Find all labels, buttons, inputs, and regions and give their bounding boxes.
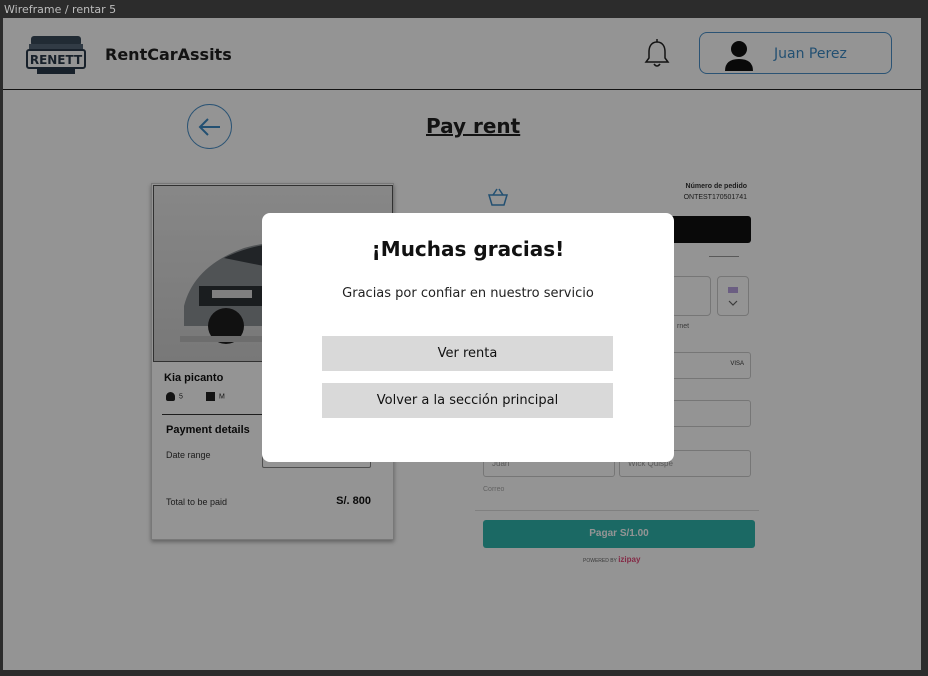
frame-label: Wireframe / rentar 5 bbox=[4, 3, 117, 16]
thank-you-modal: ¡Muchas gracias! Gracias por confiar en … bbox=[262, 213, 674, 462]
back-to-main-button[interactable]: Volver a la sección principal bbox=[322, 383, 613, 418]
app-canvas: RENETT RentCarAssits Juan Perez Pay rent… bbox=[3, 18, 921, 670]
view-rental-button[interactable]: Ver renta bbox=[322, 336, 613, 371]
modal-message: Gracias por confiar en nuestro servicio bbox=[342, 286, 594, 301]
modal-title: ¡Muchas gracias! bbox=[371, 237, 565, 261]
